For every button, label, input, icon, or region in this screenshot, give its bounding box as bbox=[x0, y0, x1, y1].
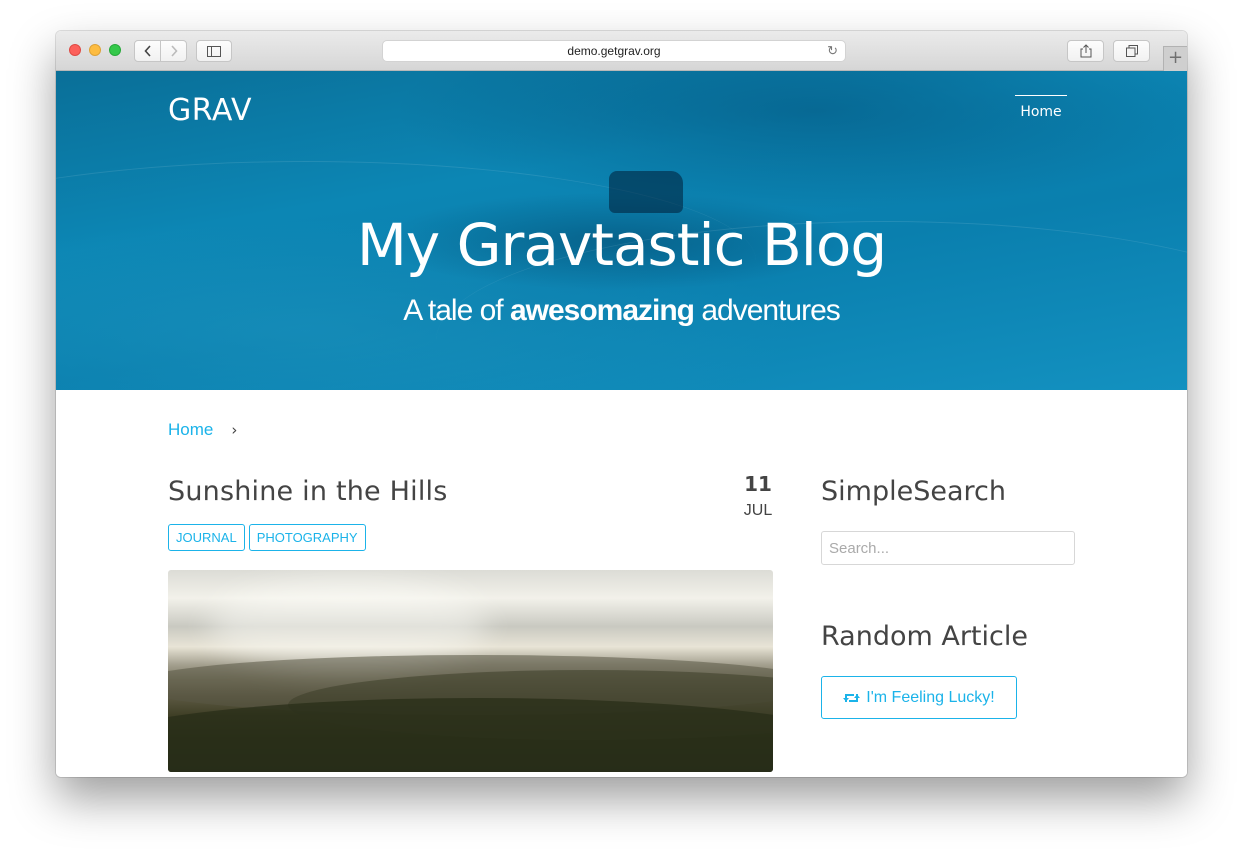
nav-item-home[interactable]: Home bbox=[1015, 95, 1067, 120]
tag-photography[interactable]: PHOTOGRAPHY bbox=[248, 524, 366, 551]
hero-subtitle: A tale of awesomazing adventures bbox=[56, 294, 1187, 328]
subtitle-text: adventures bbox=[694, 294, 840, 327]
image-hill-ridge bbox=[168, 698, 773, 772]
search-input[interactable] bbox=[821, 531, 1075, 565]
plus-icon: + bbox=[1167, 47, 1184, 68]
retweet-icon bbox=[843, 693, 861, 702]
sidebar-icon bbox=[207, 45, 221, 57]
random-article-heading: Random Article bbox=[821, 621, 1028, 652]
minimize-window-button[interactable] bbox=[89, 44, 101, 56]
post-title[interactable]: Sunshine in the Hills bbox=[168, 476, 448, 507]
subtitle-text: A tale of bbox=[403, 294, 510, 327]
forward-icon bbox=[171, 45, 178, 57]
new-tab-button[interactable]: + bbox=[1163, 46, 1187, 71]
post-date-month: JUL bbox=[743, 502, 773, 519]
hero-banner: GRAV Home My Gravtastic Blog A tale of a… bbox=[56, 71, 1187, 390]
post-hero-image[interactable] bbox=[168, 570, 773, 772]
tag-journal[interactable]: JOURNAL bbox=[168, 524, 245, 551]
chevron-right-icon: › bbox=[231, 421, 238, 439]
history-nav bbox=[134, 40, 187, 62]
maximize-window-button[interactable] bbox=[109, 44, 121, 56]
site-logo[interactable]: GRAV bbox=[168, 93, 252, 128]
vehicle-silhouette bbox=[609, 171, 683, 213]
hero-title: My Gravtastic Blog bbox=[356, 211, 887, 279]
browser-window: demo.getgrav.org ↻ + GRAV Home My Gravta… bbox=[56, 31, 1187, 777]
main-content: Home › Sunshine in the Hills 11 JUL JOUR… bbox=[56, 390, 1187, 777]
feeling-lucky-label: I'm Feeling Lucky! bbox=[866, 688, 995, 706]
address-bar[interactable]: demo.getgrav.org ↻ bbox=[382, 40, 846, 62]
show-tabs-button[interactable] bbox=[1113, 40, 1150, 62]
url-text: demo.getgrav.org bbox=[567, 44, 661, 58]
post-date-day: 11 bbox=[744, 472, 772, 496]
breadcrumb: Home › bbox=[168, 420, 237, 440]
forward-button[interactable] bbox=[160, 41, 186, 61]
back-icon bbox=[144, 45, 151, 57]
reload-icon[interactable]: ↻ bbox=[827, 43, 838, 59]
share-button[interactable] bbox=[1067, 40, 1104, 62]
sidebar-toggle-button[interactable] bbox=[196, 40, 232, 62]
breadcrumb-home-link[interactable]: Home bbox=[168, 420, 213, 440]
feeling-lucky-button[interactable]: I'm Feeling Lucky! bbox=[821, 676, 1017, 719]
back-button[interactable] bbox=[135, 41, 160, 61]
close-window-button[interactable] bbox=[69, 44, 81, 56]
tabs-icon bbox=[1125, 45, 1138, 57]
share-icon bbox=[1080, 44, 1091, 58]
browser-toolbar: demo.getgrav.org ↻ + bbox=[56, 31, 1187, 71]
subtitle-emphasis: awesomazing bbox=[509, 294, 695, 327]
simplesearch-heading: SimpleSearch bbox=[821, 476, 1006, 507]
post-tags: JOURNAL PHOTOGRAPHY bbox=[168, 524, 366, 551]
